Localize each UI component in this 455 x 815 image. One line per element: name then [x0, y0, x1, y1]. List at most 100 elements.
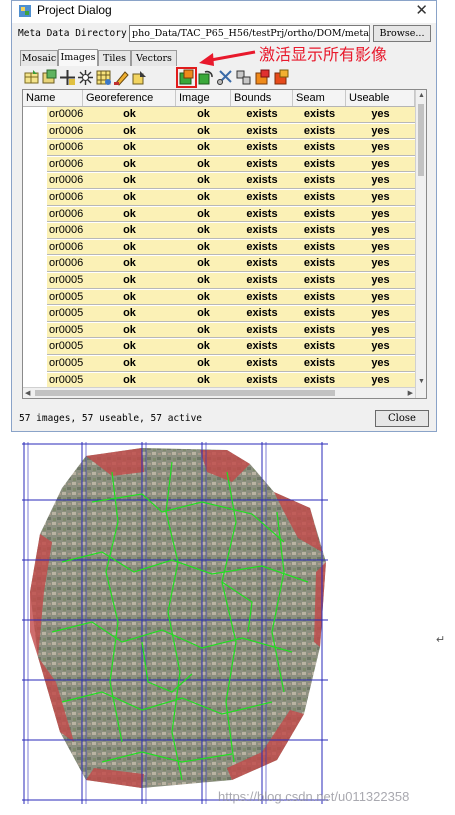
table-cell-useable: yes: [346, 173, 415, 189]
column-header-image[interactable]: Image: [176, 90, 231, 106]
table-row[interactable]: or00053 ok ok exists exists yes: [23, 372, 415, 389]
column-header-name[interactable]: Name: [23, 90, 83, 106]
table-cell-image: ok: [176, 356, 231, 372]
ortho-icon[interactable]: [254, 69, 271, 86]
table-cell-seam: exists: [293, 156, 346, 173]
vertical-scroll-thumb[interactable]: [418, 104, 424, 176]
table-row[interactable]: or00060 ok ok exists exists yes: [23, 256, 415, 272]
table-row[interactable]: or00063 ok ok exists exists yes: [23, 206, 415, 223]
table-cell-georeference: ok: [83, 123, 176, 140]
table-cell-useable: yes: [346, 372, 415, 389]
table-cell-image: ok: [176, 206, 231, 223]
scroll-up-icon[interactable]: ▲: [418, 92, 425, 99]
table-cell-seam: exists: [293, 140, 346, 156]
table-row[interactable]: or00062 ok ok exists exists yes: [23, 223, 415, 239]
table-row[interactable]: or00057 ok ok exists exists yes: [23, 306, 415, 322]
table-row[interactable]: or00061 ok ok exists exists yes: [23, 239, 415, 256]
row-selector[interactable]: [23, 256, 47, 272]
table-cell-georeference: ok: [83, 173, 176, 189]
table-row[interactable]: or00056 ok ok exists exists yes: [23, 322, 415, 339]
table-row[interactable]: or00067 ok ok exists exists yes: [23, 140, 415, 156]
table-row[interactable]: or00059 ok ok exists exists yes: [23, 273, 415, 289]
image-toolbar: [21, 67, 429, 89]
column-header-bounds[interactable]: Bounds: [231, 90, 293, 106]
scroll-right-icon[interactable]: ▶: [408, 389, 413, 397]
bursting-icon[interactable]: [77, 69, 94, 86]
deactivate-icon[interactable]: [273, 69, 290, 86]
table-cell-image: ok: [176, 256, 231, 272]
table-row[interactable]: or00069 ok ok exists exists yes: [23, 107, 415, 123]
row-selector[interactable]: [23, 190, 47, 206]
close-icon[interactable]: ✕: [415, 1, 428, 19]
row-selector[interactable]: [23, 206, 47, 223]
table-cell-useable: yes: [346, 256, 415, 272]
tab-tiles[interactable]: Tiles: [98, 50, 131, 66]
table-cell-useable: yes: [346, 339, 415, 355]
table-cell-seam: exists: [293, 306, 346, 322]
table-row[interactable]: or00058 ok ok exists exists yes: [23, 289, 415, 306]
row-selector[interactable]: [23, 107, 47, 123]
table-cell-bounds: exists: [231, 140, 293, 156]
table-icon[interactable]: [23, 69, 40, 86]
row-selector[interactable]: [23, 322, 47, 339]
watermark-text: https://blog.csdn.net/u011322358: [218, 789, 410, 804]
row-selector[interactable]: [23, 372, 47, 389]
tab-images[interactable]: Images: [58, 49, 98, 66]
export-icon[interactable]: [131, 69, 148, 86]
row-selector[interactable]: [23, 156, 47, 173]
table-row[interactable]: or00064 ok ok exists exists yes: [23, 190, 415, 206]
table-row[interactable]: or00066 ok ok exists exists yes: [23, 156, 415, 173]
table-cell-bounds: exists: [231, 356, 293, 372]
vertical-scrollbar[interactable]: ▲ ▼: [415, 90, 426, 398]
merge-icon[interactable]: [235, 69, 252, 86]
table-cell-seam: exists: [293, 123, 346, 140]
table-cell-georeference: ok: [83, 306, 176, 322]
row-selector[interactable]: [23, 223, 47, 239]
row-selector[interactable]: [23, 273, 47, 289]
row-selector[interactable]: [23, 356, 47, 372]
row-selector[interactable]: [23, 306, 47, 322]
scroll-down-icon[interactable]: ▼: [418, 378, 425, 385]
row-selector[interactable]: [23, 289, 47, 306]
refresh-icon[interactable]: [197, 69, 214, 86]
row-selector[interactable]: [23, 173, 47, 189]
scroll-left-icon[interactable]: ◀: [25, 389, 30, 397]
table-cell-name: or00058: [47, 289, 89, 306]
table-cell-seam: exists: [293, 256, 346, 272]
add-icon[interactable]: [41, 69, 58, 86]
meta-directory-label: Meta Data Directory: [18, 28, 127, 39]
column-header-useable[interactable]: Useable: [346, 90, 415, 106]
tab-vectors[interactable]: Vectors: [131, 50, 177, 66]
pen-icon[interactable]: [113, 69, 130, 86]
row-selector[interactable]: [23, 239, 47, 256]
grid-tool-icon[interactable]: [95, 69, 112, 86]
row-selector[interactable]: [23, 339, 47, 355]
table-row[interactable]: or00055 ok ok exists exists yes: [23, 339, 415, 355]
active-tool-highlight: [176, 67, 197, 88]
meta-directory-input[interactable]: pho_Data/TAC_P65_H56/testPrj/ortho/DOM/m…: [129, 25, 370, 42]
table-cell-name: or00059: [47, 273, 89, 289]
column-header-seam[interactable]: Seam: [293, 90, 346, 106]
table-row[interactable]: or00054 ok ok exists exists yes: [23, 356, 415, 372]
tools-icon[interactable]: [216, 69, 233, 86]
table-cell-image: ok: [176, 173, 231, 189]
row-selector[interactable]: [23, 140, 47, 156]
row-selector[interactable]: [23, 123, 47, 140]
table-cell-georeference: ok: [83, 223, 176, 239]
title-bar: Project Dialog ✕: [12, 1, 436, 23]
column-header-georeference[interactable]: Georeference: [83, 90, 176, 106]
horizontal-scroll-thumb[interactable]: [35, 390, 335, 396]
browse-button[interactable]: Browse...: [373, 25, 431, 42]
annotation-text: 激活显示所有影像: [259, 45, 388, 64]
table-cell-image: ok: [176, 156, 231, 173]
table-row[interactable]: or00065 ok ok exists exists yes: [23, 173, 415, 189]
tab-mosaic[interactable]: Mosaic: [20, 50, 58, 66]
close-button[interactable]: Close: [375, 410, 429, 427]
app-icon: [19, 5, 31, 17]
table-row[interactable]: or00068 ok ok exists exists yes: [23, 123, 415, 140]
horizontal-scrollbar[interactable]: ◀ ▶: [23, 387, 415, 398]
crosshair-icon[interactable]: [59, 69, 76, 86]
table-cell-image: ok: [176, 273, 231, 289]
table-cell-bounds: exists: [231, 206, 293, 223]
table-cell-useable: yes: [346, 322, 415, 339]
